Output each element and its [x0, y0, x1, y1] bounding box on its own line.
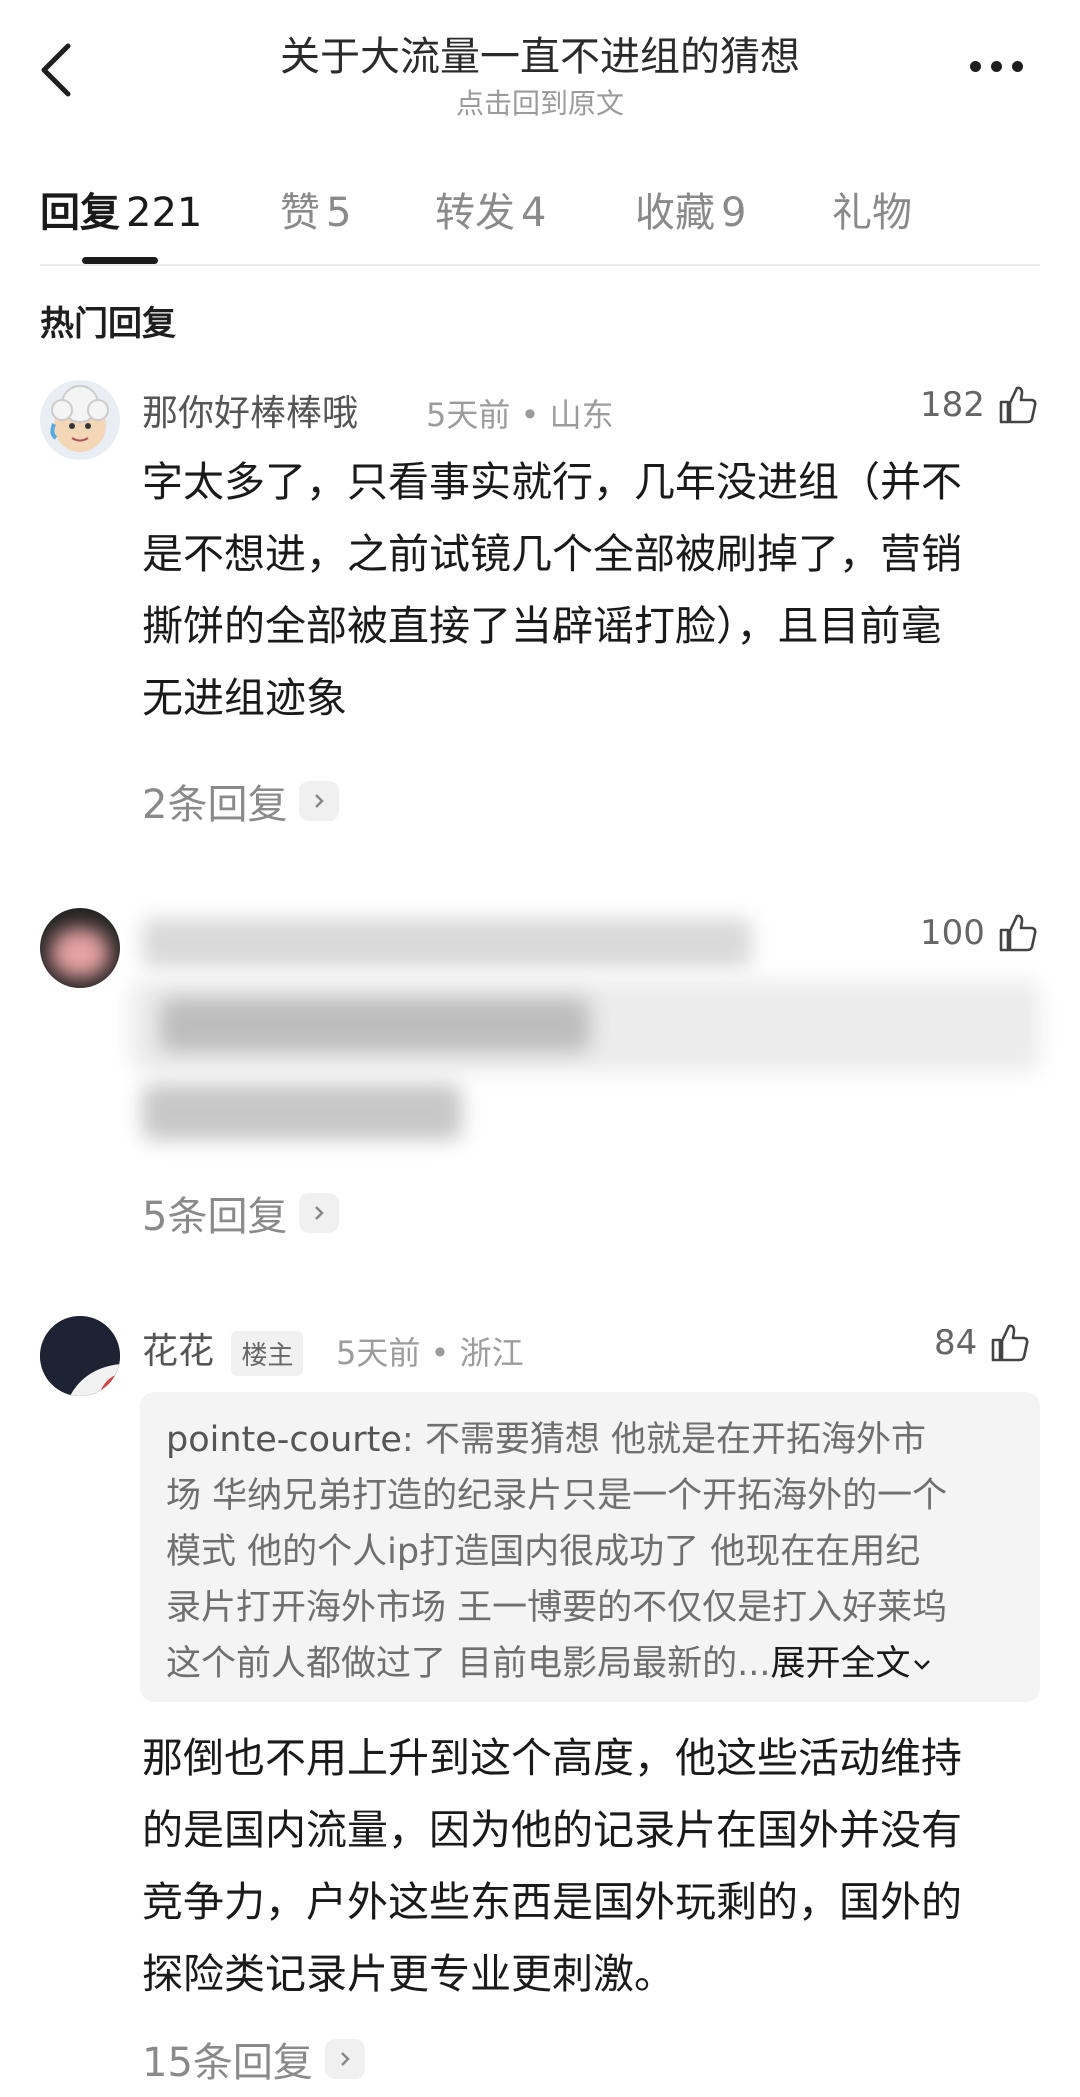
tab-reposts[interactable]: 转发 4 — [435, 180, 546, 238]
blurred-comment-text — [142, 1084, 462, 1140]
view-replies-button[interactable]: 2条回复 — [142, 772, 340, 830]
comment-author[interactable]: 那你好棒棒哦 — [142, 384, 358, 436]
like-button[interactable]: 84 — [934, 1322, 1031, 1364]
cartoon-avatar-icon — [50, 385, 109, 452]
profile-photo-icon — [40, 1316, 120, 1396]
comment-meta: 5天前 • 浙江 — [336, 1334, 524, 1372]
divider — [40, 264, 1040, 266]
chevron-right-icon — [324, 2039, 365, 2079]
comment-author-line: 花花 楼主 — [142, 1322, 304, 1376]
tab-gifts[interactable]: 礼物 — [832, 180, 912, 238]
avatar[interactable] — [40, 380, 120, 460]
view-replies-button[interactable]: 15条回复 — [142, 2030, 365, 2088]
quote-author[interactable]: pointe-courte — [166, 1420, 402, 1460]
blurred-author — [142, 918, 752, 968]
back-button[interactable] — [34, 40, 78, 100]
chevron-right-icon — [299, 1193, 340, 1233]
quoted-comment[interactable]: pointe-courte: 不需要猜想 他就是在开拓海外市 场 华纳兄弟打造的… — [140, 1392, 1040, 1702]
like-button[interactable]: 100 — [920, 912, 1039, 954]
chevron-right-icon — [299, 781, 340, 821]
more-options-button[interactable] — [970, 58, 1030, 74]
like-count: 100 — [920, 913, 985, 953]
avatar[interactable] — [40, 908, 120, 988]
like-button[interactable]: 182 — [920, 384, 1039, 426]
thumb-up-icon — [999, 386, 1037, 424]
page-title[interactable]: 关于大流量一直不进组的猜想 — [150, 24, 930, 82]
like-count: 182 — [920, 385, 985, 425]
view-replies-button[interactable]: 5条回复 — [142, 1184, 340, 1242]
back-to-original-link[interactable]: 点击回到原文 — [150, 82, 930, 122]
like-count: 84 — [934, 1323, 978, 1363]
tab-favorites[interactable]: 收藏 9 — [635, 180, 746, 238]
comment-text: 字太多了，只看事实就行，几年没进组（并不 是不想进，之前试镜几个全部被刷掉了，营… — [142, 458, 962, 722]
op-badge: 楼主 — [231, 1330, 304, 1376]
more-dots-icon — [970, 60, 981, 72]
avatar[interactable] — [40, 1316, 120, 1396]
comment-author[interactable]: 花花 — [142, 1331, 214, 1372]
thumb-up-icon — [999, 914, 1037, 952]
expand-full-text-link[interactable]: 展开全文 — [771, 1644, 933, 1684]
chevron-left-icon — [41, 43, 71, 97]
tab-replies[interactable]: 回复 221 — [40, 180, 202, 238]
comment-meta: 5天前 • 山东 — [426, 396, 614, 434]
thumb-up-icon — [991, 1324, 1029, 1362]
section-title: 热门回复 — [40, 304, 176, 344]
tab-likes[interactable]: 赞5 — [280, 180, 351, 238]
active-tab-indicator — [82, 257, 158, 264]
comment-text: 那倒也不用上升到这个高度，他这些活动维持 的是国内流量，因为他的记录片在国外并没… — [142, 1734, 962, 1998]
chevron-down-icon — [913, 1660, 930, 1670]
